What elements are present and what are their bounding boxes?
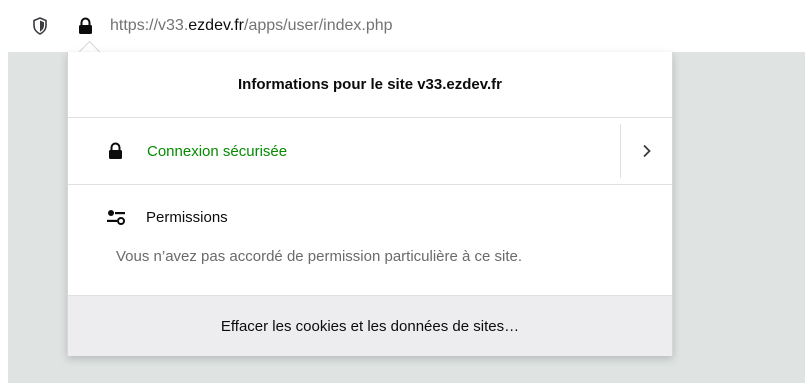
connection-status: Connexion sécurisée bbox=[147, 143, 288, 160]
url-bar[interactable]: https://v33.ezdev.fr/apps/user/index.php bbox=[0, 0, 805, 52]
connection-more-button[interactable] bbox=[621, 118, 672, 184]
clear-cookies-button[interactable]: Effacer les cookies et les données de si… bbox=[68, 296, 672, 356]
chevron-right-icon bbox=[642, 144, 651, 158]
shield-icon[interactable] bbox=[32, 17, 48, 35]
lock-icon[interactable] bbox=[77, 17, 93, 35]
url-path: /apps/user/index.php bbox=[244, 17, 393, 34]
site-info-panel: Informations pour le site v33.ezdev.fr C… bbox=[67, 52, 673, 356]
url-prefix: https://v33. bbox=[110, 17, 189, 34]
permissions-icon bbox=[106, 209, 126, 225]
lock-icon bbox=[108, 142, 123, 160]
url-text[interactable]: https://v33.ezdev.fr/apps/user/index.php bbox=[110, 16, 393, 36]
page-content-edge bbox=[0, 52, 8, 383]
panel-title: Informations pour le site v33.ezdev.fr bbox=[68, 52, 672, 118]
connection-row[interactable]: Connexion sécurisée bbox=[68, 118, 672, 185]
permissions-section: Permissions Vous n’avez pas accordé de p… bbox=[68, 185, 672, 296]
permissions-description: Vous n’avez pas accordé de permission pa… bbox=[116, 248, 523, 265]
url-domain: ezdev.fr bbox=[188, 17, 244, 34]
permissions-title: Permissions bbox=[146, 209, 228, 226]
